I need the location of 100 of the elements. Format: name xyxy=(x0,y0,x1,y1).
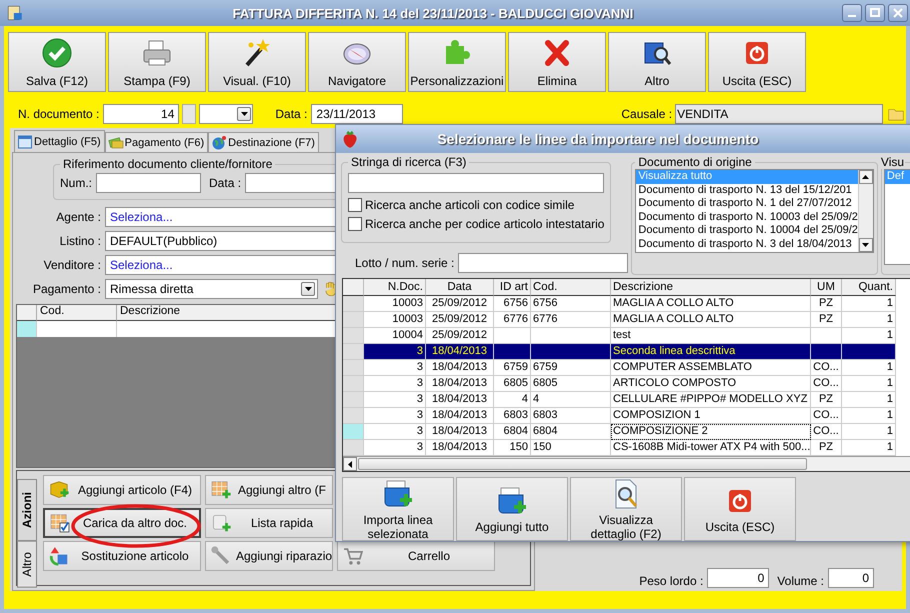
toolbar-button[interactable]: Stampa (F9) xyxy=(108,32,206,92)
maximize-button[interactable] xyxy=(865,4,885,22)
table-cell: 3 xyxy=(364,344,426,360)
action-button[interactable]: Aggiungi articolo (F4) xyxy=(43,475,201,505)
table-cell: 4 xyxy=(494,392,531,408)
dialog-button[interactable]: Aggiungi tutto xyxy=(456,477,568,541)
column-header: Quant. xyxy=(842,279,896,296)
toolbar-button[interactable]: Altro xyxy=(608,32,706,92)
column-header: ID art xyxy=(494,279,531,296)
table-cell xyxy=(842,344,896,360)
table-cell: 10003 xyxy=(364,296,426,312)
vertical-tab[interactable]: Altro xyxy=(17,541,37,588)
scroll-plus-icon xyxy=(210,512,232,534)
box-plus-icon xyxy=(382,478,414,510)
dropdown-arrow-icon xyxy=(304,287,312,291)
tab[interactable]: Pagamento (F6) xyxy=(104,132,208,152)
table-cell: 6759 xyxy=(531,360,611,376)
scrollbar[interactable] xyxy=(858,170,873,252)
field-label: Venditore : xyxy=(42,258,102,272)
close-button[interactable] xyxy=(888,4,908,22)
maximize-icon xyxy=(870,8,880,18)
table-cell: CO... xyxy=(811,424,842,440)
header-corner xyxy=(343,279,364,296)
list-item[interactable]: Documento di trasporto N. 3 del 18/04/2013 xyxy=(636,238,858,252)
toolbar-button[interactable]: Elimina xyxy=(508,32,606,92)
wrench-icon xyxy=(210,545,232,567)
total-field[interactable]: 0 xyxy=(707,568,770,588)
action-button[interactable]: Aggiungi riparazio xyxy=(205,541,333,571)
small-button[interactable] xyxy=(182,104,196,124)
table-cell: 6804 xyxy=(494,424,531,440)
table-cell: 6756 xyxy=(531,296,611,312)
table-cell: 6804 xyxy=(531,424,611,440)
date-label: Data : xyxy=(275,107,308,121)
table-cell: 6803 xyxy=(494,408,531,424)
list-item[interactable]: Documento di trasporto N. 1 del 27/07/2012 xyxy=(636,197,858,211)
causale-field[interactable]: VENDITA xyxy=(675,104,884,124)
table-cell: 3 xyxy=(364,360,426,376)
toolbar-button[interactable]: Personalizzazioni xyxy=(408,32,506,92)
series-dropdown[interactable] xyxy=(199,104,254,124)
vertical-tab[interactable]: Azioni xyxy=(17,479,37,541)
group-title: Documento di origine xyxy=(637,155,753,170)
dialog-button[interactable]: Uscita (ESC) xyxy=(684,477,796,541)
toolbar-button[interactable]: Salva (F12) xyxy=(8,32,106,92)
origin-listbox[interactable] xyxy=(635,169,874,254)
document-number-field[interactable]: 14 xyxy=(103,104,180,124)
toolbar-button[interactable]: Visual. (F10) xyxy=(208,32,306,92)
tab[interactable]: Destinazione (F7) xyxy=(208,132,319,152)
dialog-button[interactable]: Importa linea selezionata xyxy=(342,477,454,541)
table-cell: COMPUTER ASSEMBLATO xyxy=(611,360,811,376)
minimize-icon xyxy=(848,15,856,17)
table-cell: 6803 xyxy=(531,408,611,424)
table-cell: 3 xyxy=(364,408,426,424)
date-field[interactable]: 23/11/2013 xyxy=(311,104,404,124)
group-title: Stringa di ricerca (F3) xyxy=(350,155,468,170)
table-cell: 18/04/2013 xyxy=(426,424,494,440)
tab[interactable]: Dettaglio (F5) xyxy=(14,130,105,152)
table-cell: MAGLIA A COLLO ALTO xyxy=(611,312,811,328)
checkbox[interactable] xyxy=(348,217,362,232)
num-field[interactable] xyxy=(96,173,202,193)
table-cell[interactable] xyxy=(37,321,117,337)
table-cell: 1 xyxy=(842,296,896,312)
table-cell: 3 xyxy=(364,376,426,392)
search-field[interactable] xyxy=(348,173,604,194)
dialog-title: Selezionare le linee da importare nel documento xyxy=(436,131,760,148)
table-cell: PZ xyxy=(811,312,842,328)
payment-dropdown[interactable]: Rimessa diretta xyxy=(105,279,318,299)
table-cell: 1 xyxy=(842,312,896,328)
action-button[interactable]: Carica da altro doc. xyxy=(43,508,201,538)
table-cell: MAGLIA A COLLO ALTO xyxy=(611,296,811,312)
checkbox[interactable] xyxy=(348,198,362,212)
list-item[interactable]: Documento di trasporto N. 13 del 15/12/201 xyxy=(636,184,858,198)
dialog-button[interactable]: Visualizza dettaglio (F2) xyxy=(570,477,682,541)
window-title: FATTURA DIFFERITA N. 14 del 23/11/2013 - BALDUCCI GIOVANNI xyxy=(232,6,634,20)
table-cell: 25/09/2012 xyxy=(426,312,494,328)
table-cell: 18/04/2013 xyxy=(426,360,494,376)
action-button[interactable]: Aggiungi altro (F xyxy=(205,475,333,505)
list-item[interactable]: Documento di trasporto N. 10003 del 25/09/2 xyxy=(636,210,858,224)
column-header: Cod. xyxy=(531,279,611,296)
table-cell: PZ xyxy=(811,296,842,312)
column-header: Descrizione xyxy=(611,279,811,296)
field-label: Listino : xyxy=(58,234,102,248)
header-corner xyxy=(17,305,37,321)
total-field[interactable]: 0 xyxy=(828,568,874,588)
action-button[interactable]: Lista rapida xyxy=(205,508,333,538)
minimize-button[interactable] xyxy=(842,4,862,22)
lot-label: Lotto / num. serie : xyxy=(355,256,454,270)
action-button[interactable]: Sostituzione articolo xyxy=(43,541,201,571)
table-cell xyxy=(811,344,842,360)
horizontal-scrollbar[interactable] xyxy=(343,456,910,471)
table-cell: 1 xyxy=(842,392,896,408)
table-cell: 1 xyxy=(842,424,896,440)
table-cell: CO... xyxy=(811,376,842,392)
toolbar-button[interactable]: Navigatore xyxy=(308,32,406,92)
action-button[interactable]: Carrello xyxy=(337,541,495,571)
reference-date-label: Data : xyxy=(209,176,242,190)
lot-field[interactable] xyxy=(458,253,628,274)
num-label: Num.: xyxy=(60,176,92,190)
list-item[interactable]: Documento di trasporto N. 10004 del 25/09/2 xyxy=(636,224,858,238)
table-cell: CELLULARE #PIPPO# MODELLO XYZ xyxy=(611,392,811,408)
toolbar-button[interactable]: Uscita (ESC) xyxy=(708,32,806,92)
